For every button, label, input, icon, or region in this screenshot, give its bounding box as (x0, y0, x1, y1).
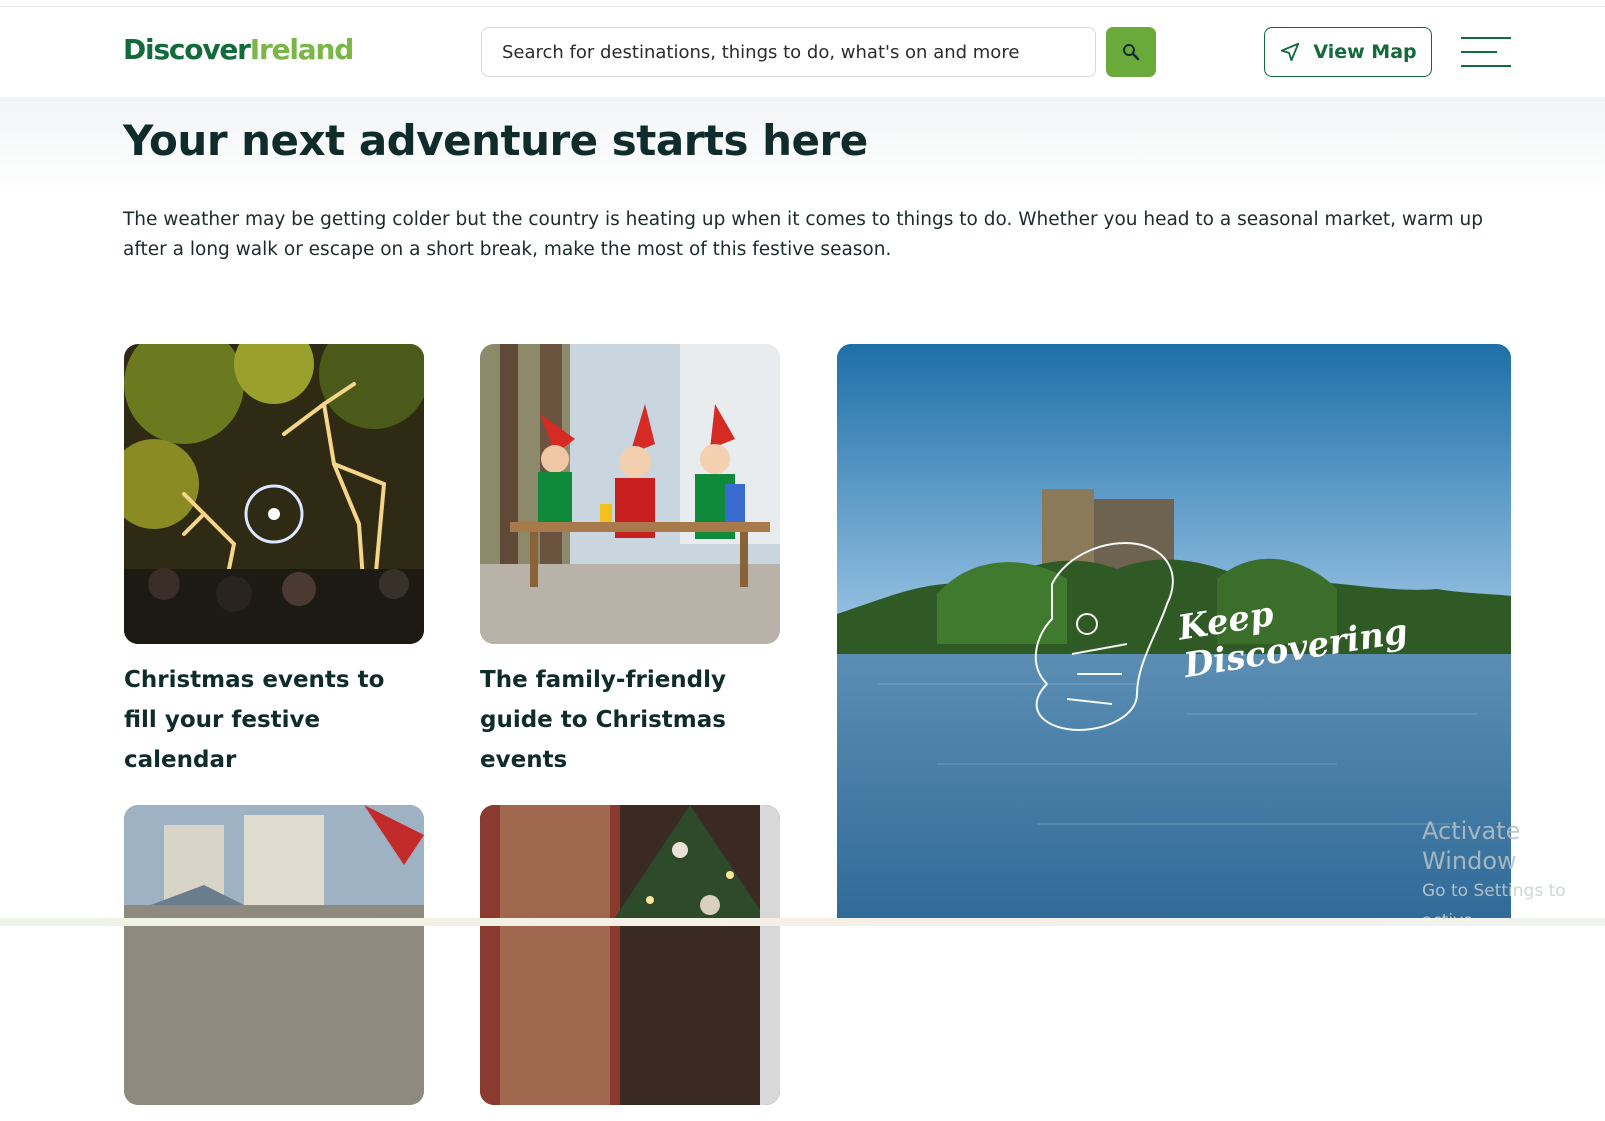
article-card-christmas-market[interactable] (124, 805, 424, 1121)
article-card-family-guide[interactable]: The family-friendly guide to Christmas e… (480, 344, 780, 780)
top-border (0, 0, 1605, 7)
card-image-christmas-tree[interactable] (480, 805, 780, 1105)
search-field[interactable] (481, 27, 1096, 77)
card-title[interactable]: Christmas events to fill your festive ca… (124, 660, 424, 780)
hamburger-menu-icon[interactable] (1461, 35, 1511, 69)
view-map-label: View Map (1313, 41, 1417, 63)
watermark-line1: Activate Window (1422, 817, 1521, 875)
christmas-market-photo (124, 805, 424, 1105)
elf-kids-photo (480, 344, 780, 644)
search-icon (1123, 44, 1140, 61)
card-image-christmas-market[interactable] (124, 805, 424, 1105)
castle-lake-photo (837, 344, 1511, 926)
bottom-strip (0, 918, 1605, 926)
site-header: DiscoverIreland View Map (0, 7, 1605, 97)
article-card-christmas-tree[interactable] (480, 805, 780, 1121)
page-title: Your next adventure starts here (123, 116, 868, 165)
card-title[interactable]: The family-friendly guide to Christmas e… (480, 660, 780, 780)
logo-part-discover: Discover (123, 33, 251, 66)
navigation-arrow-icon (1281, 42, 1300, 62)
logo-part-ireland: Ireland (249, 33, 355, 66)
christmas-tree-photo (480, 805, 780, 1105)
view-map-button[interactable]: View Map (1264, 27, 1432, 77)
discover-ireland-logo[interactable]: DiscoverIreland (123, 33, 355, 66)
search-button[interactable] (1106, 27, 1156, 77)
watermark-line2: Go to Settings to activa (1422, 881, 1566, 931)
keep-discovering-feature-image[interactable] (837, 344, 1511, 926)
card-image-elf-kids[interactable] (480, 344, 780, 644)
card-image-light-reindeer[interactable] (124, 344, 424, 644)
search-input[interactable] (482, 28, 1095, 76)
light-reindeer-photo (124, 344, 424, 644)
intro-paragraph: The weather may be getting colder but th… (123, 209, 1484, 260)
article-card-christmas-events[interactable]: Christmas events to fill your festive ca… (124, 344, 424, 780)
